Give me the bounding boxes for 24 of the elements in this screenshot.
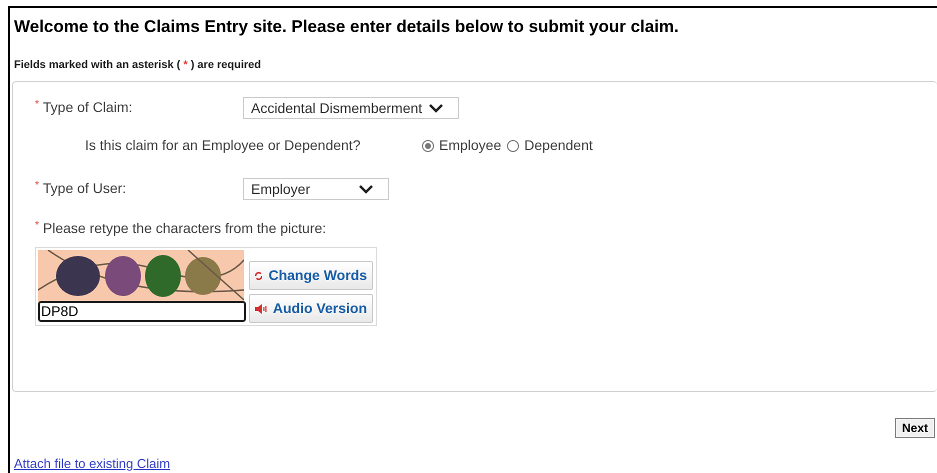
speaker-icon [255,304,267,314]
radio-option[interactable]: Employee [422,135,502,156]
radio-button[interactable] [422,140,434,152]
required-note: Fields marked with an asterisk ( * ) are required [14,58,262,72]
field-label: Please retype the characters from the picture: [42,219,326,238]
dropdown[interactable]: Accidental Dismemberment [243,97,459,119]
question-text: Is this claim for an Employee or Dependent? [85,136,362,155]
page-title: Welcome to the Claims Entry site. Please enter details below to submit your claim. [14,16,680,38]
radio-button[interactable] [507,140,520,152]
chevron-down-icon [428,103,444,113]
dropdown[interactable]: Employer [243,178,389,200]
radio-option[interactable]: Dependent [507,135,593,156]
field-label: Type of Claim: [42,98,132,117]
audio-version-button[interactable]: Audio Version [249,294,373,323]
field-label: Type of User: [42,179,126,198]
required-asterisk: * [35,219,39,233]
required-asterisk: * [35,179,39,193]
captcha-input-field[interactable]: DP8D [38,301,246,322]
chevron-down-icon [358,184,374,194]
refresh-icon [255,270,262,280]
required-asterisk: * [35,98,39,112]
next-button[interactable]: Next [894,418,935,438]
attach-file-link[interactable]: Attach file to existing Claim [14,454,170,473]
change-words-button[interactable]: Change Words [249,261,373,290]
